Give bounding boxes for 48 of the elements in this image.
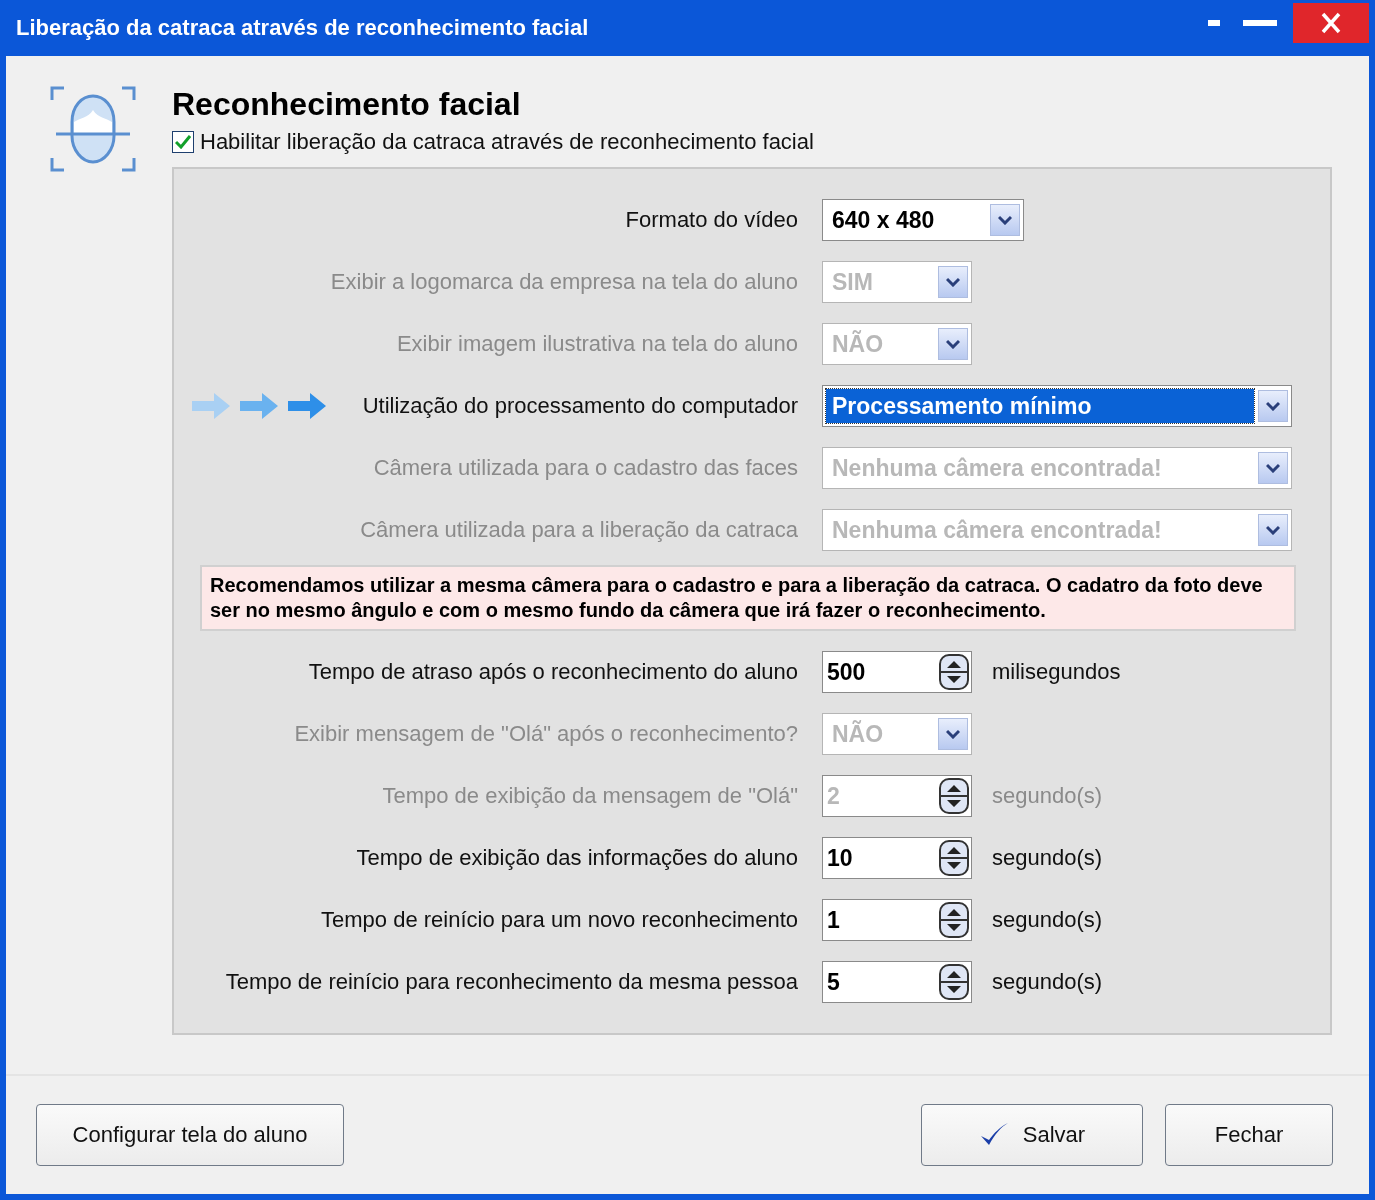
setting-label: Tempo de exibição das informações do aluno xyxy=(356,845,798,871)
face-recognition-icon xyxy=(50,86,136,172)
spin-arrows-icon[interactable] xyxy=(939,840,969,876)
arrow-icon xyxy=(192,393,230,419)
close-icon xyxy=(1321,12,1341,34)
chevron-down-icon xyxy=(1266,525,1280,535)
unit-label: segundo(s) xyxy=(992,969,1103,995)
close-button[interactable] xyxy=(1293,3,1369,43)
setting-label: Utilização do processamento do computador xyxy=(362,393,798,419)
unit-label: milisegundos xyxy=(992,659,1121,685)
unit-label: segundo(s) xyxy=(992,907,1103,933)
arrow-icon xyxy=(240,393,278,419)
chevron-down-icon xyxy=(946,277,960,287)
spin-arrows-icon[interactable] xyxy=(939,654,969,690)
chevron-down-icon xyxy=(946,339,960,349)
setting-label: Câmera utilizada para a liberação da catraca xyxy=(360,517,798,543)
chevron-down-icon xyxy=(1266,463,1280,473)
unit-label: segundo(s) xyxy=(992,845,1103,871)
dropdown[interactable]: Processamento mínimo xyxy=(822,385,1292,427)
dropdown[interactable]: 640 x 480 xyxy=(822,199,1024,241)
save-button[interactable]: Salvar xyxy=(921,1104,1143,1166)
configure-button[interactable]: Configurar tela do aluno xyxy=(36,1104,344,1166)
section-title: Reconhecimento facial xyxy=(172,86,522,123)
number-field[interactable]: 5 xyxy=(822,961,972,1003)
arrow-icon xyxy=(288,393,326,419)
setting-label: Câmera utilizada para o cadastro das faces xyxy=(373,455,798,481)
setting-label: Tempo de reinício para um novo reconhecimento xyxy=(321,907,798,933)
chevron-down-icon xyxy=(998,215,1012,225)
window-title: Liberação da catraca através de reconhecimento facial xyxy=(16,15,590,41)
setting-label: Exibir a logomarca da empresa na tela do aluno xyxy=(330,269,798,295)
chevron-down-icon xyxy=(946,729,960,739)
setting-label: Formato do vídeo xyxy=(625,207,798,233)
number-field[interactable]: 1 xyxy=(822,899,972,941)
checkbox[interactable] xyxy=(172,131,194,153)
number-field[interactable]: 500 xyxy=(822,651,972,693)
chevron-down-icon xyxy=(1266,401,1280,411)
setting-label: Tempo de reinício para reconhecimento da mesma pessoa xyxy=(225,969,798,995)
warning-notice: Recomendamos utilizar a mesma câmera para o cadastro e para a liberação da catraca. O cadatro da foto deve ser no mesmo ângulo e com o mesmo fundo da câmera que irá fazer o reconhecimento. xyxy=(200,565,1296,631)
setting-label: Tempo de exibição da mensagem de "Olá" xyxy=(382,783,798,809)
unit-label: segundo(s) xyxy=(992,783,1103,809)
setting-label: Tempo de atraso após o reconhecimento do aluno xyxy=(308,659,798,685)
number-field[interactable]: 10 xyxy=(822,837,972,879)
spin-arrows-icon[interactable] xyxy=(939,902,969,938)
setting-label: Exibir imagem ilustrativa na tela do aluno xyxy=(396,331,798,357)
close-dialog-button[interactable]: Fechar xyxy=(1165,1104,1333,1166)
spin-arrows-icon[interactable] xyxy=(939,964,969,1000)
checkbox-label: Habilitar liberação da catraca através de reconhecimento facial xyxy=(200,129,814,155)
setting-label: Exibir mensagem de "Olá" após o reconhecimento? xyxy=(294,721,798,747)
